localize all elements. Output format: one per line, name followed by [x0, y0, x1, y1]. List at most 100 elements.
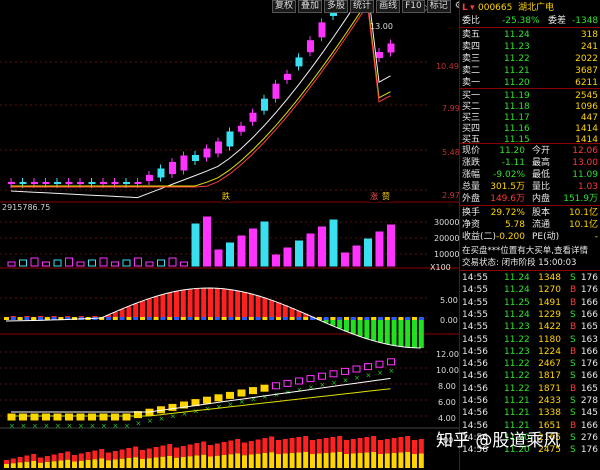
- indicator-candle: [341, 367, 349, 375]
- f10-button[interactable]: F10: [402, 0, 425, 13]
- macd-bar: [364, 318, 370, 339]
- volume-bar: [134, 257, 142, 267]
- ma-line-yellow: [11, 0, 391, 187]
- bottom-bar: [146, 458, 152, 468]
- candle-body: [65, 182, 73, 184]
- fuquan-button[interactable]: 复权: [272, 0, 297, 13]
- stock-chart[interactable]: ◇× × × × × × × × × × × × × × × × × × × × × × × × × × × × × × × × × ×: [0, 0, 459, 470]
- bottom-bar: [344, 454, 349, 468]
- bottom-bar: [51, 454, 57, 462]
- indicator-cross: ×: [32, 422, 38, 430]
- macd-signal-dot: [214, 317, 220, 320]
- indicator-cross: ×: [159, 415, 165, 423]
- stat-label: 涨跌: [462, 158, 481, 168]
- trade-row: 14:56 11.22 1871 B 165: [460, 383, 600, 395]
- volume-bar: [375, 231, 384, 267]
- bottom-bar: [221, 455, 227, 468]
- bottom-bar: [214, 455, 220, 468]
- candle-body: [157, 168, 165, 178]
- trade-count: 176: [580, 359, 598, 370]
- trade-volume: 1338: [538, 408, 561, 419]
- bottom-bar: [371, 436, 377, 452]
- bottom-bar: [364, 437, 370, 453]
- bottom-bar: [174, 447, 179, 458]
- ask-row[interactable]: 卖三 11.22 2022: [460, 53, 600, 65]
- macd-bar: [126, 306, 132, 318]
- macd-bar: [418, 318, 424, 348]
- bottom-bar: [65, 451, 71, 460]
- bottom-bar: [289, 453, 295, 468]
- ask-price: 11.23: [504, 42, 530, 52]
- trade-time: 14:56: [462, 408, 488, 419]
- indicator-cross: ×: [113, 422, 119, 430]
- bottom-bar: [269, 452, 275, 468]
- stat-value: 1.03: [577, 182, 598, 192]
- indicator-candle: [364, 363, 372, 371]
- bottom-bar: [405, 436, 411, 452]
- macd-bar: [398, 318, 404, 347]
- indicator-cross: ×: [343, 376, 349, 384]
- macd-signal-dot: [180, 317, 186, 320]
- big-order-notice[interactable]: 在买盘***位置有大买单,查看详情: [460, 245, 600, 257]
- ask-volume: 318: [580, 30, 598, 40]
- bottom-bar: [337, 436, 343, 452]
- ask-row[interactable]: 卖四 11.23 241: [460, 41, 600, 53]
- bottom-bar: [51, 461, 57, 468]
- price-axis-label: 7.99: [442, 104, 460, 113]
- indicator-candle: [272, 382, 280, 390]
- indicator-cross: ×: [9, 422, 15, 430]
- candle-body: [42, 182, 50, 184]
- bottom-bar: [85, 460, 91, 468]
- stat-label: 外盘: [462, 194, 481, 204]
- bottom-bar: [337, 452, 343, 468]
- trade-price: 11.22: [504, 359, 530, 370]
- volume-axis-label: 30000: [434, 218, 460, 227]
- ask-row[interactable]: 卖五 11.24 318: [460, 29, 600, 41]
- bottom-bar: [276, 454, 281, 468]
- bottom-bar: [17, 457, 23, 463]
- candle-body: [19, 182, 27, 184]
- trade-row: 14:55 11.22 1180 S 163: [460, 334, 600, 346]
- macd-bar: [289, 307, 295, 318]
- stat-value: 10.1亿: [568, 220, 598, 230]
- mark-button[interactable]: 标记: [426, 0, 451, 13]
- volume-bar: [7, 261, 16, 267]
- bottom-bar: [153, 457, 159, 468]
- indicator-candle: [111, 413, 119, 421]
- overlay-button[interactable]: 叠加: [298, 0, 323, 13]
- bottom-bar: [4, 460, 9, 464]
- stat-value: 11.09: [572, 170, 598, 180]
- macd-bar: [371, 318, 377, 341]
- trade-time: 14:55: [462, 297, 488, 308]
- macd-signal-dot: [221, 317, 227, 320]
- macd-signal-dot: [31, 317, 37, 320]
- ask-label: 卖三: [462, 54, 481, 64]
- bottom-bar: [208, 445, 213, 457]
- trade-price: 11.25: [504, 297, 530, 308]
- trade-side: S: [570, 273, 576, 283]
- indicator-candle: [214, 394, 223, 402]
- macd-signal-dot: [24, 317, 30, 320]
- bottom-bar: [58, 453, 64, 461]
- ask-row[interactable]: 卖二 11.21 3687: [460, 65, 600, 77]
- candle-body: [100, 182, 107, 184]
- trade-count: 276: [580, 432, 598, 443]
- statistics-button[interactable]: 统计: [350, 0, 375, 13]
- macd-signal-dot: [398, 317, 404, 320]
- macd-bar: [208, 288, 213, 318]
- multi-stock-button[interactable]: 多股: [324, 0, 349, 13]
- indicator-cross: ×: [78, 422, 84, 430]
- bottom-bar: [316, 439, 322, 454]
- ma-line-red: [11, 3, 391, 188]
- draw-line-button[interactable]: 画线: [376, 0, 401, 13]
- trade-volume: 1270: [538, 285, 561, 296]
- bottom-bar: [106, 460, 111, 468]
- trade-price: 11.21: [504, 408, 530, 419]
- bottom-bar: [85, 452, 91, 460]
- indicator-cross: ×: [67, 422, 73, 430]
- bottom-bar: [126, 448, 132, 458]
- bottom-bar: [153, 447, 159, 458]
- macd-signal-dot: [296, 317, 302, 320]
- trade-time: 14:56: [462, 396, 488, 406]
- candle-body: [31, 182, 38, 184]
